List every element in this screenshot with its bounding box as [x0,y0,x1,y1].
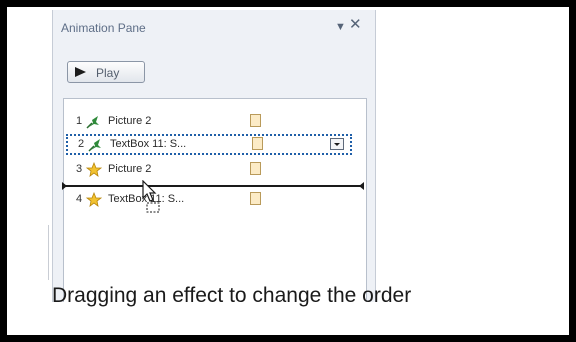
animation-number: 2 [78,138,85,150]
dropdown-arrow-icon[interactable]: ▼ [335,20,346,34]
timing-bar [250,114,261,127]
timing-bar [250,162,261,175]
divider-line [48,225,49,280]
animation-list-item[interactable]: 1 Picture 2 [64,111,366,132]
entrance-star-icon [88,139,101,152]
close-icon[interactable]: ✕ [349,17,362,33]
play-button[interactable]: Play [67,61,145,83]
timing-bar [250,192,261,205]
animation-list: 1 Picture 2 2 TextBox 11: S... 3 Picture… [63,98,367,302]
drag-cursor-icon [142,180,160,213]
animation-number: 3 [76,163,83,175]
animation-list-item[interactable]: 4 TextBox 11: S... [64,189,366,210]
item-dropdown-icon[interactable] [330,138,344,150]
drop-indicator-line [62,182,364,190]
caption-text: Dragging an effect to change the order [52,284,412,307]
play-icon [75,67,86,77]
emphasis-star-icon [86,192,102,207]
animation-list-item-selected[interactable]: 2 TextBox 11: S... [66,134,352,155]
animation-number: 1 [76,115,83,127]
animation-pane: Animation Pane ▼ ✕ Play 1 Picture 2 2 Te… [52,10,376,302]
emphasis-star-icon [86,162,102,177]
entrance-star-icon [86,116,99,129]
animation-name: TextBox 11: S... [110,138,187,150]
animation-list-item[interactable]: 3 Picture 2 [64,159,366,180]
animation-name: Picture 2 [108,115,152,127]
play-button-label: Play [96,66,120,80]
animation-number: 4 [76,193,83,205]
timing-bar [252,137,263,150]
pane-title: Animation Pane [61,21,146,35]
animation-name: Picture 2 [108,163,152,175]
pane-header: Animation Pane ▼ ✕ [53,10,375,44]
